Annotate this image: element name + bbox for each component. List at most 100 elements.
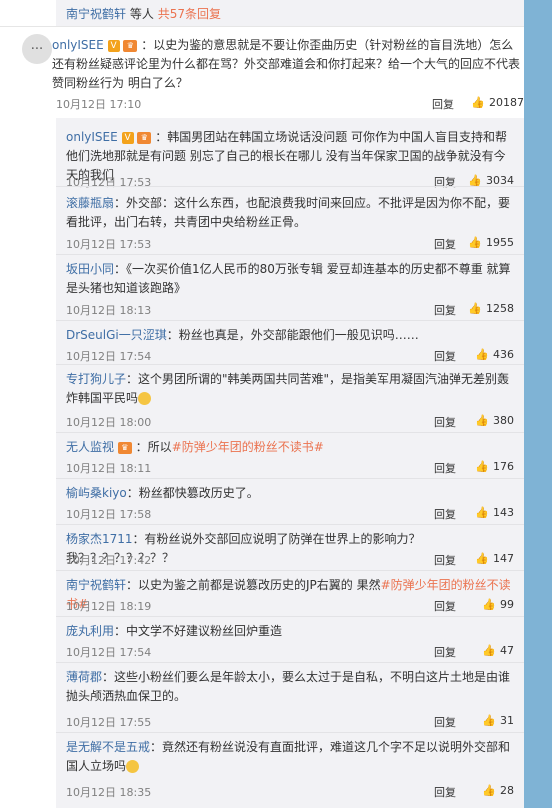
summary-count-link[interactable]: 共57条回复 xyxy=(158,7,221,21)
vip-badge-icon: ♛ xyxy=(137,131,152,144)
like-button[interactable]: 👍 143 xyxy=(475,506,514,519)
thumbs-up-icon: 👍 xyxy=(482,598,496,611)
thumbs-up-icon: 👍 xyxy=(475,506,489,519)
like-button[interactable]: 👍 28 xyxy=(482,784,514,797)
like-button[interactable]: 👍 176 xyxy=(475,460,514,473)
reply-item: onlyISEE V ♛ ：韩国男团站在韩国立场说话没问题 可你作为中国人盲目支… xyxy=(56,128,524,189)
like-button[interactable]: 👍 31 xyxy=(482,714,514,727)
reply-list: onlyISEE V ♛ ：韩国男团站在韩国立场说话没问题 可你作为中国人盲目支… xyxy=(56,118,524,808)
reply-user[interactable]: 榆屿桑kiyo xyxy=(66,486,127,500)
main-comment-user[interactable]: onlyISEE xyxy=(52,38,104,52)
reply-user[interactable]: 无人监视 xyxy=(66,440,114,454)
reply-button[interactable]: 回复 xyxy=(434,414,456,430)
hashtag-link[interactable]: #防弹少年团的粉丝不读书# xyxy=(172,440,324,454)
reply-meta: 10月12日 17:54 回复 👍 47 xyxy=(66,644,514,660)
reply-item: 坂田小同：《一次买价值1亿人民币的80万张专辑 爱豆却连基本的历史都不尊重 就算… xyxy=(56,260,524,317)
main-comment-text: onlyISEE V ♛ ：以史为鉴的意思就是不要让你歪曲历史（针对粉丝的盲目洗… xyxy=(52,36,522,93)
reply-text: 庞丸利用：中文学不好建议粉丝回炉重造 xyxy=(66,622,514,641)
thumbs-up-icon: 👍 xyxy=(468,236,482,249)
like-button[interactable]: 👍 147 xyxy=(475,552,514,565)
reply-time: 10月12日 17:42 xyxy=(66,554,152,567)
divider xyxy=(56,662,524,663)
reply-button[interactable]: 回复 xyxy=(434,506,456,522)
divider xyxy=(56,524,524,525)
reply-button[interactable]: 回复 xyxy=(434,552,456,568)
reply-text: 坂田小同：《一次买价值1亿人民币的80万张专辑 爱豆却连基本的历史都不尊重 就算… xyxy=(66,260,514,298)
reply-text: 无人监视 ♛ ：所以#防弹少年团的粉丝不读书# xyxy=(66,438,514,457)
previous-thread-summary: 南宁祝鹤轩 等人 共57条回复 xyxy=(56,0,524,26)
divider xyxy=(56,432,524,433)
reply-user[interactable]: DrSeulGi一只涩琪 xyxy=(66,328,167,342)
reply-user[interactable]: 薄荷郡 xyxy=(66,670,102,684)
thumbs-up-icon: 👍 xyxy=(475,460,489,473)
reply-user[interactable]: 坂田小同 xyxy=(66,262,114,276)
reply-item: 薄荷郡：这些小粉丝们要么是年龄太小，要么太过于是自私，不明白这片土地是由谁抛头颅… xyxy=(56,668,524,729)
like-button[interactable]: 👍 380 xyxy=(475,414,514,427)
reply-button[interactable]: 回复 xyxy=(434,236,456,252)
thumbs-up-icon: 👍 xyxy=(482,784,496,797)
like-count: 436 xyxy=(493,348,514,361)
laugh-emoji-icon xyxy=(126,760,140,773)
reply-time: 10月12日 18:13 xyxy=(66,304,152,317)
vip-badge-icon: ♛ xyxy=(117,441,132,454)
reply-body: ：中文学不好建议粉丝回炉重造 xyxy=(114,624,283,638)
reply-body: ：《一次买价值1亿人民币的80万张专辑 爱豆却连基本的历史都不尊重 就算是头猪也… xyxy=(66,262,511,295)
reply-user[interactable]: 庞丸利用 xyxy=(66,624,114,638)
vip-badge-icon: ♛ xyxy=(123,39,138,52)
reply-body: ：这个男团所谓的"韩美两国共同苦难"，是指美军用凝固汽油弹无差别轰炸韩国平民吗 xyxy=(66,372,510,405)
reply-button[interactable]: 回复 xyxy=(434,302,456,318)
reply-user[interactable]: 滚藤瓶扇 xyxy=(66,196,114,210)
reply-user[interactable]: 南宁祝鹤轩 xyxy=(66,578,126,592)
summary-user-link[interactable]: 南宁祝鹤轩 xyxy=(66,7,126,21)
reply-item: 榆屿桑kiyo：粉丝都快篡改历史了。 10月12日 17:58 回复 👍 143 xyxy=(56,484,524,521)
reply-item: 杨家杰1711：有粉丝说外交部回应说明了防弹在世界上的影响力？我？？？？？？？？… xyxy=(56,530,524,568)
reply-user[interactable]: onlyISEE xyxy=(66,130,118,144)
page-background-strip xyxy=(524,0,552,808)
reply-meta: 10月12日 17:54 回复 👍 436 xyxy=(66,348,514,364)
like-count: 143 xyxy=(493,506,514,519)
main-like-count: 20187 xyxy=(489,96,524,109)
reply-meta: 10月12日 18:19 回复 👍 99 xyxy=(66,598,514,614)
divider xyxy=(56,478,524,479)
reply-meta: 10月12日 17:53 回复 👍 1955 xyxy=(66,236,514,252)
reply-button[interactable]: 回复 xyxy=(434,174,456,190)
reply-body: ：外交部：这什么东西，也配浪费我时间来回应。不批评是因为你不配，要看批评，出门右… xyxy=(66,196,511,229)
reply-item: 庞丸利用：中文学不好建议粉丝回炉重造 10月12日 17:54 回复 👍 47 xyxy=(56,622,524,659)
summary-mid-text: 等人 xyxy=(129,7,154,21)
reply-button[interactable]: 回复 xyxy=(434,784,456,800)
reply-button[interactable]: 回复 xyxy=(434,644,456,660)
like-button[interactable]: 👍 1258 xyxy=(468,302,514,315)
like-count: 380 xyxy=(493,414,514,427)
reply-body: ：所以 xyxy=(135,440,172,454)
reply-button[interactable]: 回复 xyxy=(434,598,456,614)
reply-user[interactable]: 杨家杰1711 xyxy=(66,532,133,546)
reply-meta: 10月12日 17:58 回复 👍 143 xyxy=(66,506,514,522)
reply-button[interactable]: 回复 xyxy=(434,348,456,364)
like-button[interactable]: 👍 1955 xyxy=(468,236,514,249)
reply-user[interactable]: 是无解不是五戒 xyxy=(66,740,150,754)
avatar[interactable]: ... xyxy=(22,34,52,64)
reply-button[interactable]: 回复 xyxy=(434,714,456,730)
reply-meta: 10月12日 17:53 回复 👍 3034 xyxy=(66,174,514,190)
thumbs-up-icon: 👍 xyxy=(475,552,489,565)
like-count: 99 xyxy=(500,598,514,611)
main-comment-body: ：以史为鉴的意思就是不要让你歪曲历史（针对粉丝的盲目洗地）怎么还有粉丝疑惑评论里… xyxy=(52,38,521,90)
divider xyxy=(56,732,524,733)
reply-item: 无人监视 ♛ ：所以#防弹少年团的粉丝不读书# 10月12日 18:11 回复 … xyxy=(56,438,524,475)
reply-item: 南宁祝鹤轩：以史为鉴之前都是说篡改历史的JP右翼的 果然#防弹少年团的粉丝不读书… xyxy=(56,576,524,614)
reply-user[interactable]: 专打狗儿子 xyxy=(66,372,126,386)
reply-time: 10月12日 17:53 xyxy=(66,176,152,189)
thumbs-up-icon: 👍 xyxy=(475,348,489,361)
main-like-button[interactable]: 👍 20187 xyxy=(471,96,524,109)
like-count: 1258 xyxy=(486,302,514,315)
like-button[interactable]: 👍 47 xyxy=(482,644,514,657)
like-button[interactable]: 👍 436 xyxy=(475,348,514,361)
like-button[interactable]: 👍 99 xyxy=(482,598,514,611)
reply-button[interactable]: 回复 xyxy=(434,460,456,476)
reply-meta: 10月12日 18:35 回复 👍 28 xyxy=(66,784,514,800)
reply-text: 专打狗儿子：这个男团所谓的"韩美两国共同苦难"，是指美军用凝固汽油弹无差别轰炸韩… xyxy=(66,370,514,408)
like-count: 31 xyxy=(500,714,514,727)
main-reply-button[interactable]: 回复 xyxy=(432,96,454,112)
main-comment-time: 10月12日 17:10 xyxy=(56,98,142,111)
divider xyxy=(56,616,524,617)
